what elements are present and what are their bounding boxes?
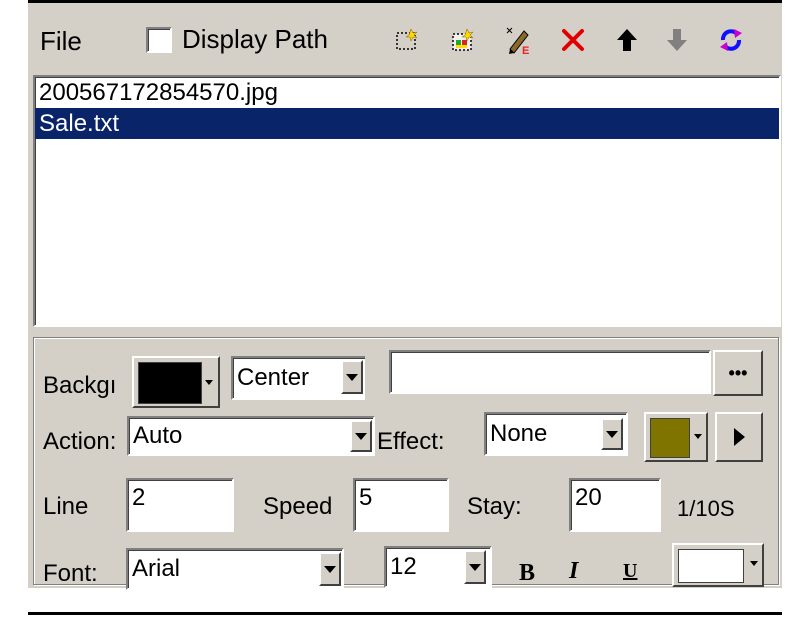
display-path-label: Display Path [182, 24, 328, 54]
path-input[interactable] [389, 350, 711, 394]
chevron-down-icon [750, 561, 758, 566]
browse-label: ••• [728, 362, 748, 383]
effect-dropdown-button[interactable] [601, 418, 623, 450]
open-program-button[interactable] [444, 20, 482, 60]
effect-color-swatch [650, 418, 690, 458]
font-label: Font: [43, 560, 98, 587]
file-list[interactable]: 200567172854570.jpg Sale.txt [33, 75, 781, 327]
display-path-checkbox[interactable]: Display Path [146, 24, 328, 55]
list-item-selected[interactable]: Sale.txt [35, 108, 779, 139]
speed-label: Speed [263, 493, 333, 520]
action-label: Action: [43, 428, 117, 455]
new-file-icon [396, 28, 418, 50]
stay-unit-label: 1/10S [677, 496, 735, 521]
action-value: Auto [133, 422, 183, 449]
preview-play-button[interactable] [715, 412, 763, 462]
font-dropdown-button[interactable] [319, 552, 341, 586]
chevron-down-icon [346, 373, 358, 381]
stay-input[interactable]: 20 [569, 478, 661, 532]
open-program-icon [452, 28, 474, 51]
background-color-picker[interactable] [132, 356, 220, 408]
speed-input[interactable]: 5 [353, 478, 449, 532]
background-label: Backgı [43, 372, 117, 399]
action-dropdown-button[interactable] [350, 420, 372, 452]
effect-label: Effect: [377, 428, 445, 455]
font-value: Arial [132, 555, 181, 582]
effect-color-picker[interactable] [644, 412, 708, 462]
properties-group: Backgı Center ••• Action: Auto Effect: N… [33, 337, 779, 590]
font-color-swatch [678, 549, 744, 583]
line-input[interactable]: 2 [126, 478, 234, 532]
edit-icon: E [506, 27, 529, 55]
effect-value: None [490, 420, 548, 447]
stay-value: 20 [575, 484, 602, 511]
move-down-icon [667, 29, 687, 51]
move-down-button[interactable] [658, 20, 696, 60]
move-up-icon [617, 29, 637, 51]
chevron-down-icon [355, 432, 367, 440]
play-icon [734, 428, 745, 446]
align-dropdown-button[interactable] [341, 360, 363, 394]
edit-button[interactable]: E [500, 20, 538, 60]
background-color-swatch [138, 362, 202, 404]
chevron-down-icon [205, 380, 213, 385]
action-select[interactable]: Auto [127, 416, 375, 456]
top-border [28, 0, 782, 3]
refresh-icon [720, 29, 742, 51]
svg-text:E: E [522, 45, 529, 55]
bold-button[interactable]: B [519, 560, 535, 587]
stay-label: Stay: [467, 493, 522, 520]
underline-button[interactable]: U [623, 560, 637, 583]
refresh-button[interactable] [712, 20, 750, 60]
delete-icon [562, 29, 584, 51]
browse-button[interactable]: ••• [713, 350, 763, 396]
delete-button[interactable] [554, 20, 592, 60]
bottom-border [28, 612, 782, 615]
chevron-down-icon [469, 563, 481, 571]
file-panel: File Display Path E 200567172854570.jpg … [28, 0, 782, 590]
move-up-button[interactable] [608, 20, 646, 60]
file-label: File [40, 26, 82, 56]
new-file-button[interactable] [388, 20, 426, 60]
chevron-down-icon [606, 430, 618, 438]
chevron-down-icon [694, 434, 702, 439]
speed-value: 5 [359, 484, 373, 511]
font-color-picker[interactable] [672, 543, 764, 587]
line-value: 2 [132, 484, 146, 511]
font-select[interactable]: Arial [126, 548, 344, 590]
chevron-down-icon [324, 565, 336, 573]
italic-button[interactable]: I [569, 558, 578, 585]
line-label: Line [43, 493, 89, 520]
font-size-dropdown-button[interactable] [464, 550, 486, 584]
align-value: Center [237, 364, 310, 391]
font-size-value: 12 [390, 553, 417, 580]
checkbox-box[interactable] [146, 26, 172, 53]
list-item[interactable]: 200567172854570.jpg [35, 77, 779, 108]
